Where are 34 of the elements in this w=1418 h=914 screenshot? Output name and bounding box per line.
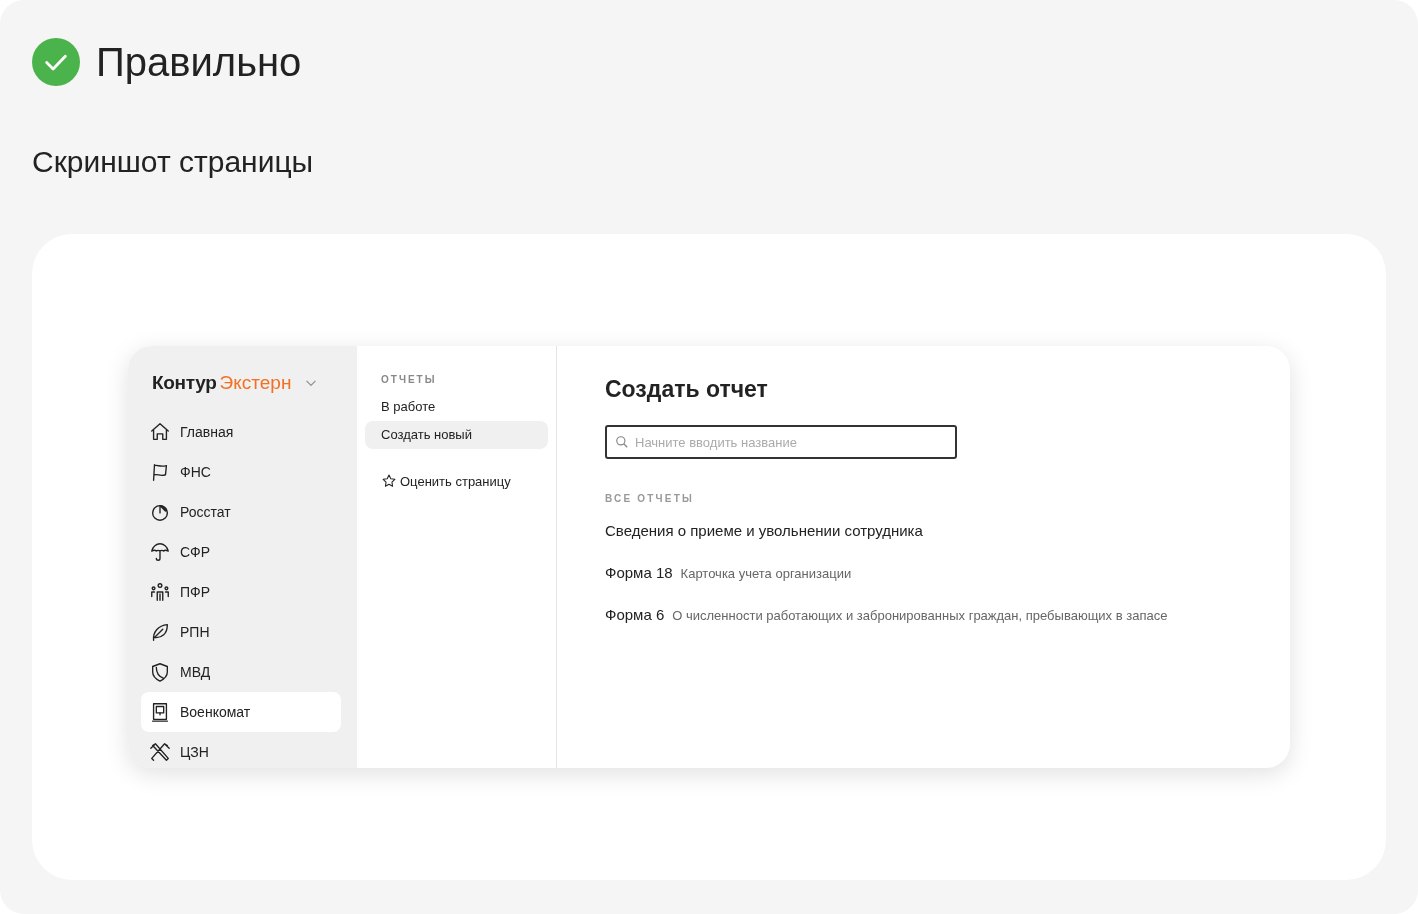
- rate-page-link[interactable]: Оценить страницу: [381, 473, 511, 489]
- star-icon: [381, 473, 397, 489]
- umbrella-icon: [149, 541, 171, 563]
- sidebar-item[interactable]: ПФР: [141, 572, 341, 612]
- report-description: Карточка учета организации: [680, 566, 852, 581]
- page-title: Правильно: [96, 39, 302, 85]
- section-heading: ОТЧЕТЫ: [380, 374, 438, 385]
- crossed-tools-icon: [149, 741, 171, 763]
- page-subtitle: Скриншот страницы: [32, 144, 315, 180]
- people-icon: [149, 581, 171, 603]
- report-link[interactable]: Форма 6: [605, 606, 665, 623]
- search-field[interactable]: Начните вводить название: [605, 425, 957, 459]
- section-heading: ВСЕ ОТЧЕТЫ: [605, 493, 695, 504]
- check-badge-icon: [32, 38, 80, 86]
- report-description: О численности работающих и забронированных граждан, пребывающих в запасе: [672, 608, 1168, 623]
- house-icon: [149, 421, 171, 443]
- shield-icon: [149, 661, 171, 683]
- sidebar-item[interactable]: ФНС: [141, 452, 341, 492]
- product-name: Экстерн: [219, 372, 292, 394]
- report-link[interactable]: Сведения о приеме и увольнении сотрудника: [605, 522, 923, 539]
- badge-icon: [149, 701, 171, 723]
- report-link[interactable]: Форма 18: [605, 564, 673, 581]
- sidebar-item[interactable]: Росстат: [141, 492, 341, 532]
- search-icon: [615, 435, 629, 449]
- sidebar-item[interactable]: Военкомат: [141, 692, 341, 732]
- submenu-item[interactable]: Создать новый: [365, 421, 548, 449]
- sidebar-item[interactable]: ЦЗН: [141, 732, 341, 768]
- submenu-item[interactable]: В работе: [365, 393, 548, 421]
- sidebar-item[interactable]: Главная: [141, 412, 341, 452]
- sidebar-item[interactable]: РПН: [141, 612, 341, 652]
- sidebar-item[interactable]: СФР: [141, 532, 341, 572]
- sidebar-item[interactable]: МВД: [141, 652, 341, 692]
- brand-name: Контур: [152, 372, 217, 394]
- page-heading: Создать отчет: [605, 376, 769, 404]
